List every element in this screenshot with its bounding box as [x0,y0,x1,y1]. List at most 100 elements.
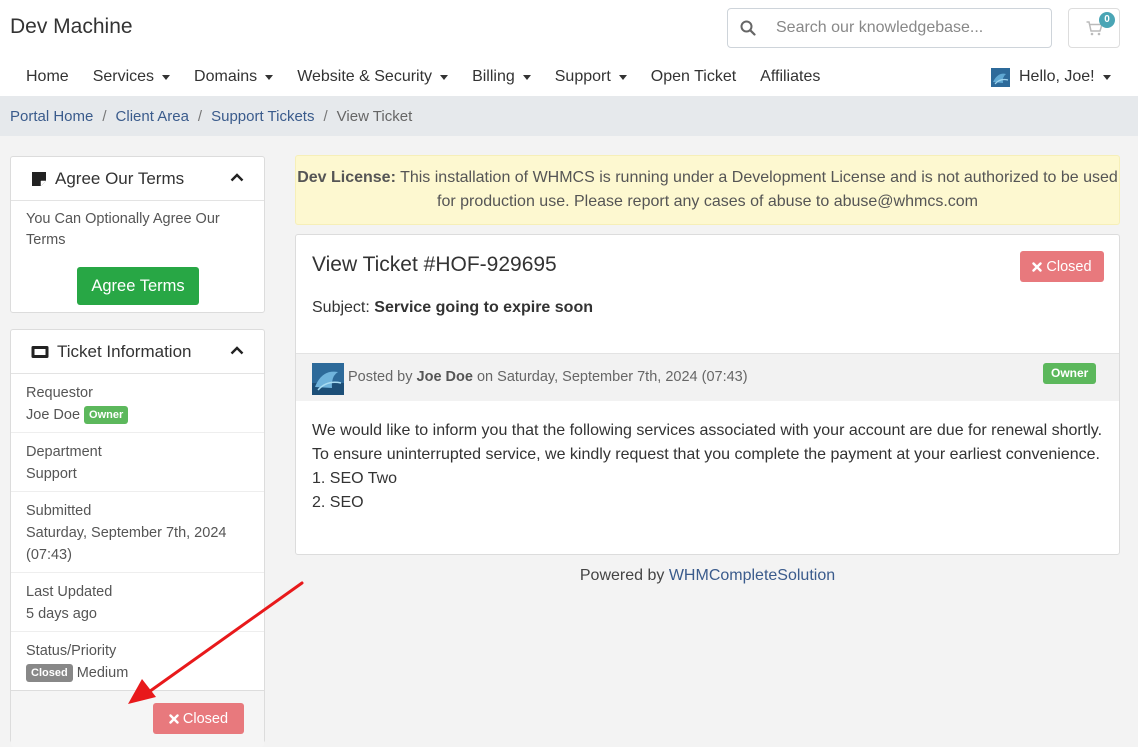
license-text: This installation of WHMCS is running un… [395,169,1118,210]
info-label: Status/Priority [26,643,117,659]
nav-label: Services [92,68,155,85]
post-author: Joe Doe [416,369,473,385]
cart-button[interactable]: 0 [1068,8,1120,48]
breadcrumb: Portal Home / Client Area / Support Tick… [0,96,1138,136]
agree-terms-body: You Can Optionally Agree Our Terms Agree… [11,201,264,311]
close-icon [169,713,179,724]
posted-by: Posted by Joe Doe on Saturday, September… [348,369,748,385]
breadcrumb-current: View Ticket [336,107,413,125]
ticket-info-panel: Ticket Information Requestor Joe Doe Own… [10,329,265,747]
caret-down-icon [522,74,531,80]
info-department: Department Support [11,433,264,492]
status-badge: Closed [26,664,73,682]
chevron-up-icon[interactable] [230,345,244,355]
info-submitted: Submitted Saturday, September 7th, 2024 … [11,492,264,573]
nav-label: Support [554,68,611,85]
breadcrumb-portal-home[interactable]: Portal Home [10,108,93,125]
license-label: Dev License: [297,169,396,186]
message-paragraph: We would like to inform you that the fol… [312,422,1103,463]
message-line: 2. SEO [312,494,364,511]
info-status-priority: Status/Priority Closed Medium [11,632,264,691]
info-requestor: Requestor Joe Doe Owner [11,374,264,433]
powered-prefix: Powered by [579,567,665,584]
priority-value: Medium [76,665,129,681]
agree-terms-header[interactable]: Agree Our Terms [11,157,264,201]
nav-services[interactable]: Services [81,68,182,86]
ticket-subject: Subject: Service going to expire soon [312,299,593,317]
caret-down-icon [265,74,274,80]
nav-affiliates[interactable]: Affiliates [748,68,832,86]
button-label: Closed [1046,258,1092,275]
post-header: Posted by Joe Doe on Saturday, September… [296,353,1119,401]
main-content: Agree Our Terms You Can Optionally Agree… [0,136,1138,747]
nav-label: Website & Security [297,68,433,85]
info-label: Last Updated [26,584,113,600]
nav-home[interactable]: Home [14,68,81,86]
nav-label: Domains [194,68,258,85]
agree-terms-button[interactable]: Agree Terms [77,267,199,305]
search-input[interactable] [776,10,1046,46]
nav-label: Home [26,68,69,85]
dev-license-alert: Dev License: This installation of WHMCS … [295,155,1120,225]
close-icon [1032,261,1043,272]
nav-support[interactable]: Support [543,68,639,86]
sidebar-closed-button[interactable]: Closed [153,703,244,734]
posted-prefix: Posted by [348,369,413,385]
cart-count-badge: 0 [1099,12,1115,28]
message-line: 1. SEO Two [312,470,398,487]
powered-by: Powered by WHMCompleteSolution [295,567,1120,585]
author-avatar [312,363,344,395]
button-label: Closed [182,710,229,727]
info-label: Submitted [26,503,92,519]
caret-down-icon [162,74,171,80]
user-menu[interactable]: Hello, Joe! [991,60,1111,94]
post-message: We would like to inform you that the fol… [312,419,1102,515]
caret-down-icon [618,74,627,80]
nav-label: Open Ticket [650,68,737,85]
breadcrumb-separator: / [323,107,328,125]
owner-badge: Owner [84,406,129,424]
nav-label: Billing [472,68,515,85]
post-date: on Saturday, September 7th, 2024 (07:43) [476,369,748,385]
ticket-closed-button[interactable]: Closed [1020,251,1104,282]
caret-down-icon [440,74,449,80]
info-value: Support [26,466,77,482]
info-label: Department [26,444,102,460]
sticky-note-icon [32,171,46,186]
user-avatar [991,67,1010,87]
breadcrumb-separator: / [102,107,107,125]
panel-title: Ticket Information [57,341,192,361]
info-last-updated: Last Updated 5 days ago [11,573,264,632]
info-value: 5 days ago [26,606,97,622]
agree-terms-panel: Agree Our Terms You Can Optionally Agree… [10,156,265,313]
nav-open-ticket[interactable]: Open Ticket [639,68,748,86]
breadcrumb-client-area[interactable]: Client Area [116,108,189,125]
post-owner-badge: Owner [1043,363,1097,384]
nav-domains[interactable]: Domains [182,68,285,86]
chevron-up-icon[interactable] [230,172,244,182]
ticket-info-header[interactable]: Ticket Information [11,330,264,374]
ticket-icon [31,345,49,358]
site-header: Dev Machine 0 Home Services Domains Webs… [0,0,1138,96]
requestor-name: Joe Doe [26,407,81,423]
main-nav: Home Services Domains Website & Security… [14,60,832,94]
breadcrumb-support-tickets[interactable]: Support Tickets [211,108,314,125]
nav-website-security[interactable]: Website & Security [285,68,460,86]
user-greeting: Hello, Joe! [1019,68,1095,85]
powered-by-link[interactable]: WHMCompleteSolution [669,567,835,584]
search-icon [740,20,756,36]
subject-value: Service going to expire soon [374,299,593,316]
ticket-card: View Ticket #HOF-929695 Closed Subject: … [295,234,1120,555]
ticket-info-footer: Closed [11,691,264,747]
subject-label: Subject: [312,299,370,316]
search-box[interactable] [727,8,1052,48]
brand-name[interactable]: Dev Machine [10,15,133,39]
nav-billing[interactable]: Billing [460,68,543,86]
breadcrumb-separator: / [197,107,203,125]
info-value: Saturday, September 7th, 2024 (07:43) [26,525,227,563]
info-label: Requestor [26,385,93,401]
info-value: Joe Doe Owner [26,404,249,426]
info-value: Closed Medium [26,662,249,684]
nav-label: Affiliates [760,68,821,85]
terms-text: You Can Optionally Agree Our Terms [26,211,220,248]
